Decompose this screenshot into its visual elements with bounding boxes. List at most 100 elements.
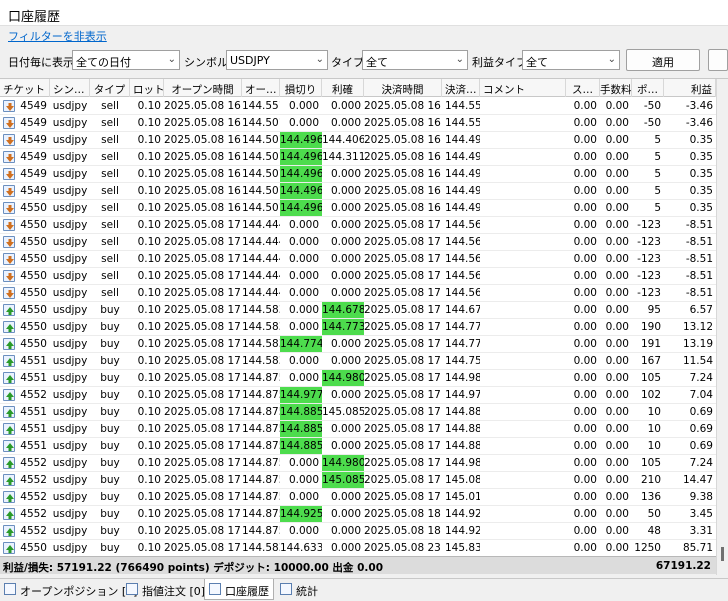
profit-type-filter-select[interactable]: 全て ⌄ (522, 50, 620, 70)
cell-comm: 0.00 (605, 372, 629, 384)
tab-3[interactable]: 統計 (276, 579, 328, 600)
table-row[interactable]: 4552 usdjpy buy 0.102025.05.08 17:50144.875… (0, 387, 716, 404)
cell-sym: usdjpy (52, 389, 88, 401)
table-row[interactable]: 4551 usdjpy buy 0.102025.05.08 17:50144.875… (0, 421, 716, 438)
column-header[interactable]: 手数料 (600, 79, 632, 97)
table-row[interactable]: 4552 usdjpy buy 0.102025.05.08 17:55144.875… (0, 489, 716, 506)
sell-arrow-icon (3, 151, 15, 163)
column-header[interactable]: ロット (130, 79, 164, 97)
cell-ticket: 4551 (20, 440, 47, 452)
table-row[interactable]: 4549 usdjpy sell 0.102025.05.08 16:48144.50… (0, 183, 716, 200)
cell-type: sell (101, 202, 119, 214)
cell-pts: -50 (643, 117, 661, 129)
cell-open-time: 2025.05.08 17:15 (164, 304, 242, 316)
table-row[interactable]: 4550 usdjpy buy 0.102025.05.08 17:15144.583… (0, 540, 716, 557)
table-row[interactable]: 4552 usdjpy buy 0.102025.05.08 17:55144.875… (0, 455, 716, 472)
table-row[interactable]: 4551 usdjpy buy 0.102025.05.08 17:15144.583… (0, 353, 716, 370)
cell-ticket: 4552 (20, 457, 47, 469)
cell-profit: 0.35 (689, 202, 713, 214)
cell-sl: 0.000 (288, 117, 319, 129)
column-header[interactable]: 決済時間 (364, 79, 442, 97)
tab-0[interactable]: オープンポジション [0] (0, 579, 137, 600)
symbol-filter-select[interactable]: USDJPY ⌄ (226, 50, 328, 70)
table-row[interactable]: 4550 usdjpy buy 0.102025.05.08 17:15144.583… (0, 302, 716, 319)
cell-pts: 5 (654, 134, 661, 146)
cell-comment (480, 506, 566, 522)
column-header[interactable]: ポ… (632, 79, 664, 97)
tab-1[interactable]: 指値注文 [0] (122, 579, 205, 600)
cell-comm: 0.00 (605, 355, 629, 367)
cell-comment (480, 200, 566, 216)
table-row[interactable]: 4551 usdjpy buy 0.102025.05.08 17:50144.875… (0, 370, 716, 387)
sell-arrow-icon (3, 219, 15, 231)
cell-comment (480, 132, 566, 148)
cell-pts: 5 (654, 168, 661, 180)
summary-row: 利益/損失: 57191.22 (766490 points) デポジット: 1… (0, 556, 716, 574)
table-row[interactable]: 4550 usdjpy buy 0.102025.05.08 17:15144.583… (0, 319, 716, 336)
cell-comm: 0.00 (605, 321, 629, 333)
scrollbar-thumb[interactable] (721, 547, 724, 561)
column-header[interactable]: コメント (480, 79, 566, 97)
cell-profit: -3.46 (685, 117, 713, 129)
cell-lot: 0.10 (137, 389, 161, 401)
column-header[interactable]: チケット (0, 79, 50, 97)
table-row[interactable]: 4549 usdjpy sell 0.102025.05.08 16:26144.50… (0, 115, 716, 132)
cell-pts: 105 (640, 457, 661, 469)
cell-swap: 0.00 (573, 168, 597, 180)
cell-open-price: 144.583 (242, 338, 280, 350)
apply-button[interactable]: 適用 (626, 49, 700, 71)
column-header[interactable]: オー… (242, 79, 280, 97)
column-header[interactable]: 損切り (280, 79, 322, 97)
table-row[interactable]: 4550 usdjpy sell 0.102025.05.08 17:08144.44… (0, 268, 716, 285)
extra-button[interactable] (708, 49, 728, 71)
cell-type: sell (101, 270, 119, 282)
cell-open-time: 2025.05.08 17:08 (164, 219, 242, 231)
tab-icon (126, 583, 138, 595)
cell-open-price: 144.551 (242, 100, 280, 112)
table-row[interactable]: 4550 usdjpy sell 0.102025.05.08 17:08144.44… (0, 217, 716, 234)
table-row[interactable]: 4550 usdjpy sell 0.102025.05.08 17:08144.44… (0, 251, 716, 268)
table-row[interactable]: 4549 usdjpy sell 0.102025.05.08 16:48144.50… (0, 166, 716, 183)
cell-open-price: 144.501 (242, 151, 280, 163)
cell-close-price: 144.496 (445, 185, 480, 197)
cell-swap: 0.00 (573, 185, 597, 197)
column-header[interactable]: 決済… (442, 79, 480, 97)
table-row[interactable]: 4550 usdjpy sell 0.102025.05.08 16:48144.50… (0, 200, 716, 217)
column-header[interactable]: ス… (566, 79, 600, 97)
vertical-scrollbar[interactable] (716, 79, 728, 575)
cell-open-price: 144.875 (242, 406, 280, 418)
hide-filter-link[interactable]: フィルターを非表示 (8, 28, 107, 44)
column-header[interactable]: 利益 (664, 79, 716, 97)
table-row[interactable]: 4549 usdjpy sell 0.102025.05.08 16:48144.50… (0, 132, 716, 149)
filter-toolbar: 日付毎に表示 全ての日付 ⌄ シンボル: USDJPY ⌄ タイプ: 全て ⌄ … (0, 48, 728, 74)
cell-ticket: 4549 (20, 117, 47, 129)
table-row[interactable]: 4551 usdjpy buy 0.102025.05.08 17:50144.875… (0, 404, 716, 421)
cell-sl: 0.000 (288, 287, 319, 299)
table-row[interactable]: 4550 usdjpy sell 0.102025.05.08 17:08144.44… (0, 234, 716, 251)
table-row[interactable]: 4550 usdjpy sell 0.102025.05.08 17:08144.44… (0, 285, 716, 302)
cell-type: sell (101, 151, 119, 163)
cell-profit: 0.69 (689, 440, 713, 452)
column-header[interactable]: オープン時間 (164, 79, 242, 97)
column-header[interactable]: タイプ (90, 79, 130, 97)
tab-icon (280, 583, 292, 595)
column-header[interactable]: 利確 (322, 79, 364, 97)
table-row[interactable]: 4549usdjpysell0.102025.05.08 16:26144.55… (0, 98, 716, 115)
cell-ticket: 4552 (20, 508, 47, 520)
table-row[interactable]: 4552 usdjpy buy 0.102025.05.08 17:55144.875… (0, 472, 716, 489)
cell-close-time: 2025.05.08 17:14 (364, 236, 442, 248)
tab-2[interactable]: 口座履歴 (204, 579, 274, 600)
history-table: チケット シン… タイプ ロット オープン時間 オー… 損切り 利確 決済時間 決済… コメント ス…… (0, 78, 728, 575)
type-filter-select[interactable]: 全て ⌄ (362, 50, 468, 70)
table-row[interactable]: 4550 usdjpy buy 0.102025.05.08 17:15144.583… (0, 336, 716, 353)
table-row[interactable]: 4552 usdjpy buy 0.102025.05.08 17:55144.875… (0, 506, 716, 523)
table-row[interactable]: 4551 usdjpy buy 0.102025.05.08 17:50144.875… (0, 438, 716, 455)
cell-pts: 167 (640, 355, 661, 367)
sell-arrow-icon (3, 117, 15, 129)
table-row[interactable]: 4552 usdjpy buy 0.102025.05.08 17:55144.875… (0, 523, 716, 540)
cell-sym: usdjpy (52, 253, 88, 265)
date-filter-select[interactable]: 全ての日付 ⌄ (72, 50, 180, 70)
cell-comm: 0.00 (605, 338, 629, 350)
column-header[interactable]: シン… (50, 79, 90, 97)
table-row[interactable]: 4549 usdjpy sell 0.102025.05.08 16:48144.50… (0, 149, 716, 166)
